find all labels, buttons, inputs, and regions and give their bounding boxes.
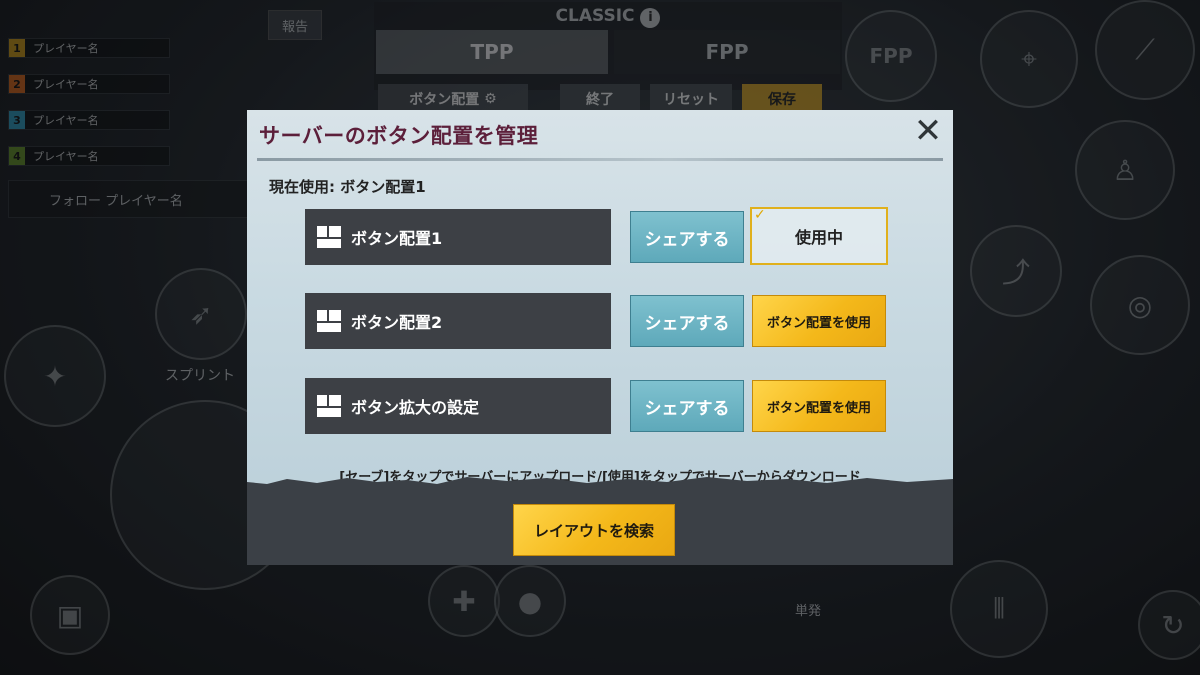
layout-name-1[interactable]: ボタン配置1 (305, 209, 611, 265)
use-layout-button-2[interactable]: ボタン配置を使用 (752, 295, 886, 347)
layout-grid-icon (317, 226, 341, 248)
current-layout-label: 現在使用: ボタン配置1 (269, 178, 426, 196)
layout-grid-icon (317, 310, 341, 332)
share-button-3[interactable]: シェアする (630, 380, 744, 432)
layout-name-label: ボタン拡大の設定 (351, 398, 480, 417)
dialog-title: サーバーのボタン配置を管理 (259, 124, 539, 148)
layout-name-3[interactable]: ボタン拡大の設定 (305, 378, 611, 434)
layout-manager-dialog: サーバーのボタン配置を管理 ✕ 現在使用: ボタン配置1 ボタン配置1 シェアす… (247, 110, 953, 565)
close-button[interactable]: ✕ (911, 114, 945, 148)
check-icon: ✓ (754, 207, 766, 223)
layout-row: ボタン拡大の設定 シェアする ボタン配置を使用 (305, 378, 887, 434)
torn-edge-decoration (247, 477, 953, 488)
use-layout-button-3[interactable]: ボタン配置を使用 (752, 380, 886, 432)
layout-name-label: ボタン配置1 (351, 229, 443, 248)
dialog-footer: レイアウトを検索 (247, 477, 953, 565)
share-button-2[interactable]: シェアする (630, 295, 744, 347)
layout-row: ボタン配置2 シェアする ボタン配置を使用 (305, 293, 887, 349)
layout-grid-icon (317, 395, 341, 417)
title-divider (257, 158, 943, 161)
share-button-1[interactable]: シェアする (630, 211, 744, 263)
in-use-status: ✓ 使用中 (750, 207, 888, 265)
search-layout-button[interactable]: レイアウトを検索 (513, 504, 675, 556)
layout-row: ボタン配置1 シェアする ✓ 使用中 (305, 207, 888, 265)
layout-name-label: ボタン配置2 (351, 313, 443, 332)
layout-name-2[interactable]: ボタン配置2 (305, 293, 611, 349)
